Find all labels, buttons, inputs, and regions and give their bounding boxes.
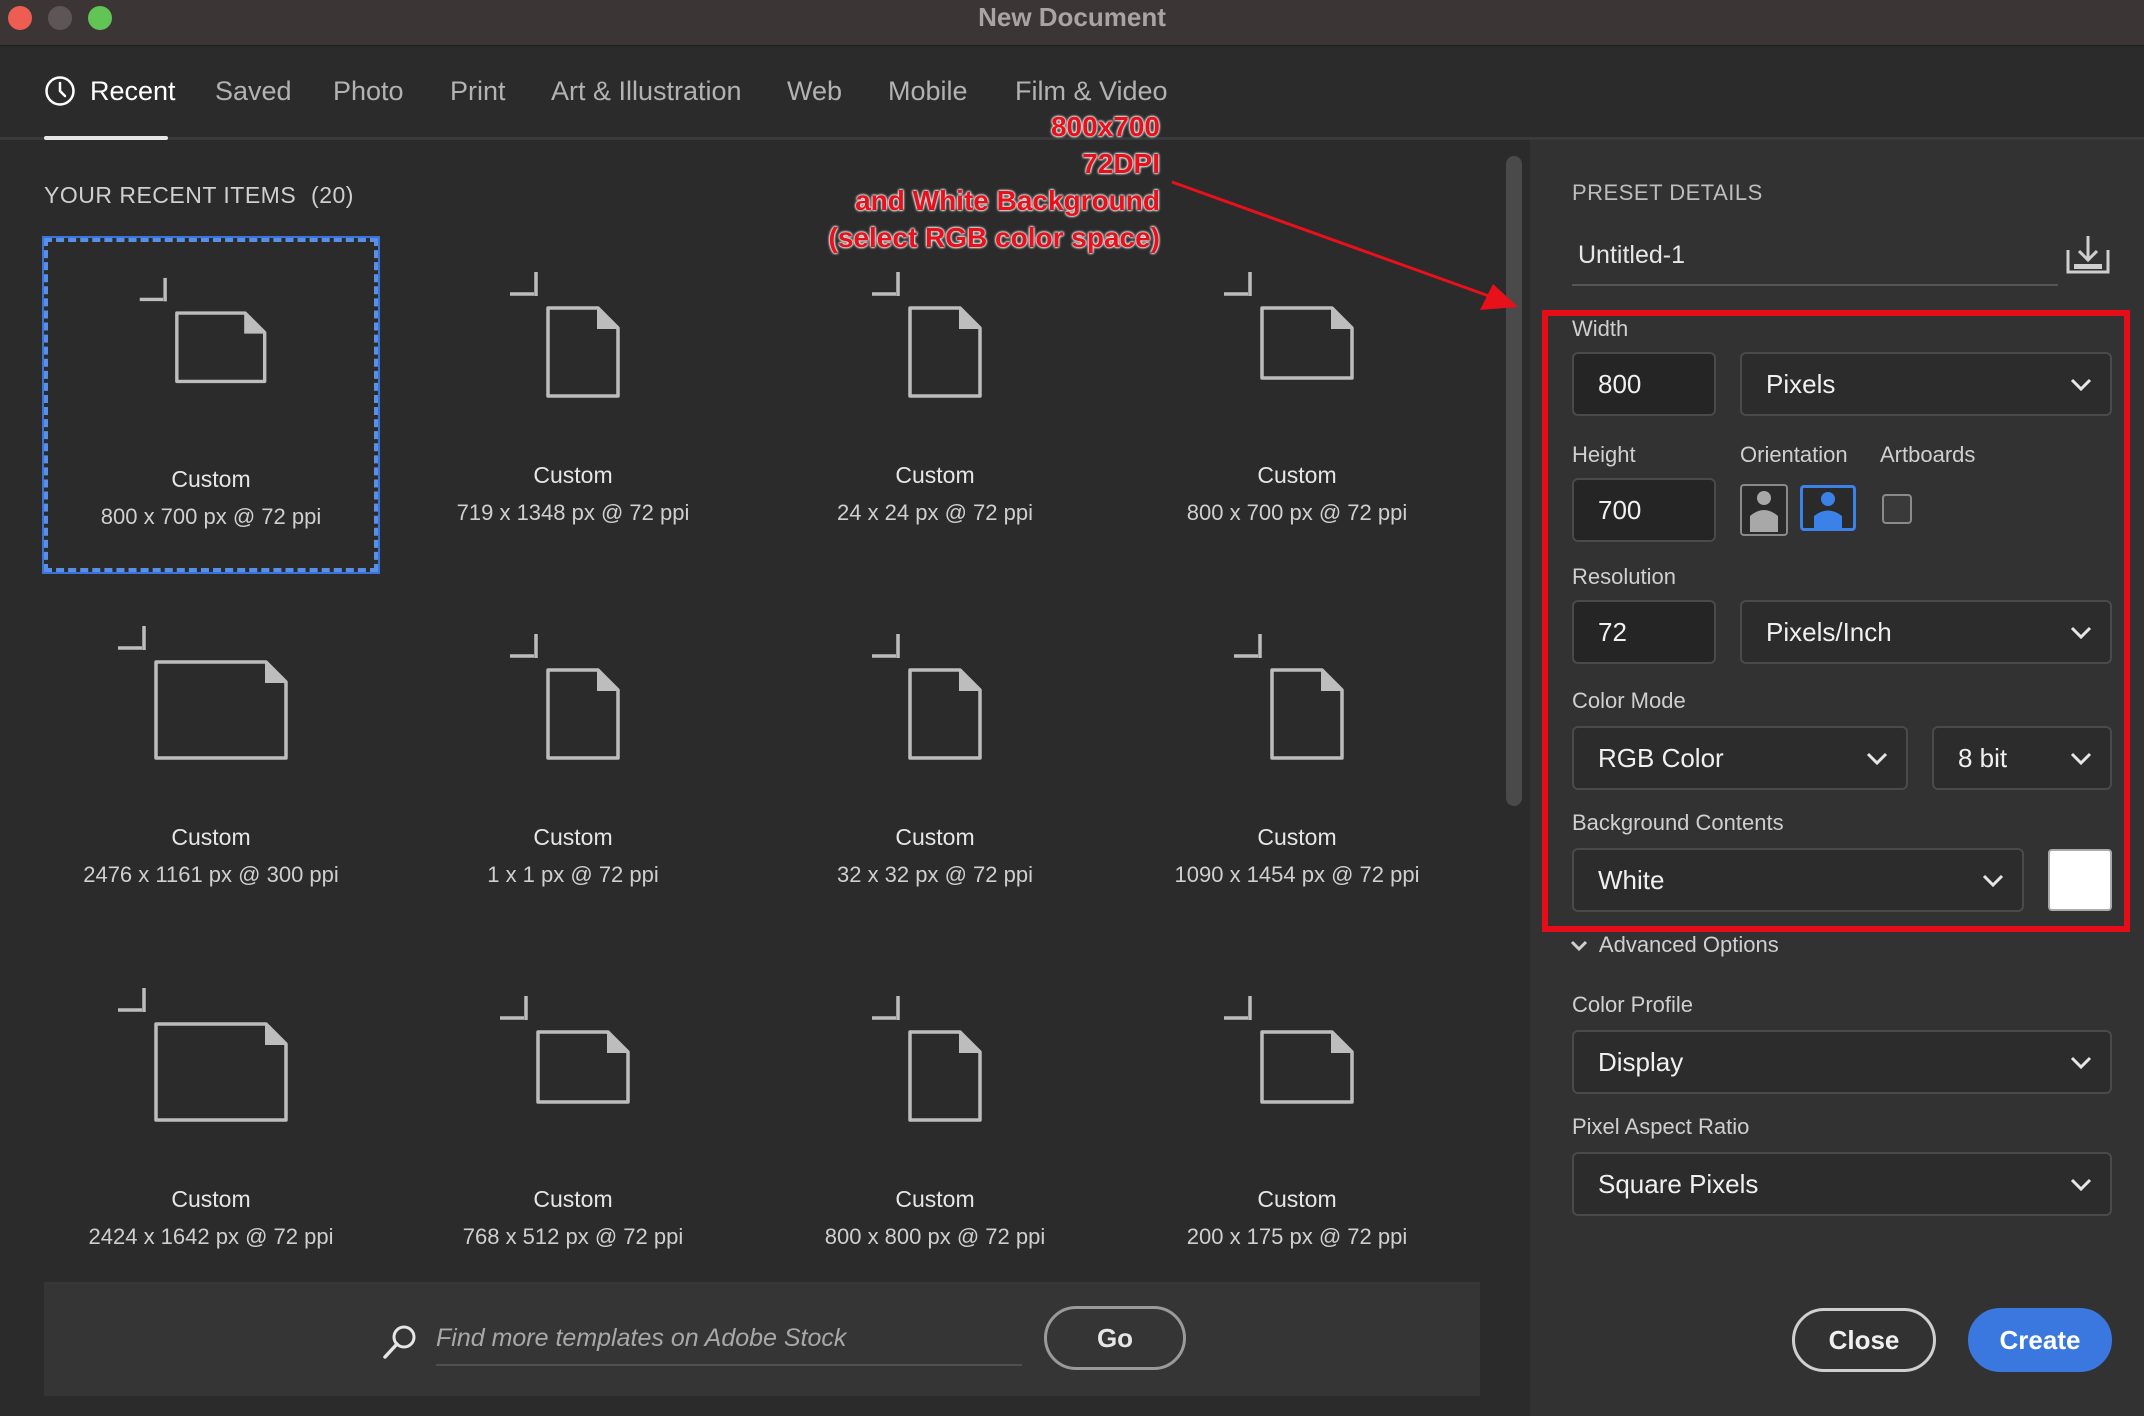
- document-icon: [118, 626, 288, 760]
- document-icon: [139, 277, 267, 384]
- color-profile-label: Color Profile: [1572, 992, 1694, 1017]
- recent-item[interactable]: Custom 800 x 700 px @ 72 ppi: [42, 236, 380, 574]
- chevron-down-icon: [2070, 1178, 2092, 1192]
- stock-search-bar: Go: [44, 1282, 1480, 1396]
- tab-saved[interactable]: Saved: [215, 76, 292, 107]
- search-icon: [383, 1325, 416, 1359]
- recent-item-name: Custom: [533, 462, 613, 488]
- document-icon: [1234, 634, 1344, 760]
- chevron-down-icon: [1570, 940, 1588, 952]
- recent-item-name: Custom: [1257, 1186, 1337, 1212]
- recent-item[interactable]: Custom 2424 x 1642 px @ 72 ppi: [44, 962, 378, 1296]
- title-bar: New Document: [0, 0, 2144, 46]
- recent-item-size: 32 x 32 px @ 72 ppi: [836, 862, 1033, 887]
- tab-film-video[interactable]: Film & Video: [1015, 76, 1168, 107]
- document-icon: [872, 634, 982, 760]
- color-profile-value: Display: [1598, 1047, 1684, 1077]
- pixel-aspect-ratio-value: Square Pixels: [1598, 1169, 1759, 1199]
- advanced-options-toggle[interactable]: Advanced Options: [1570, 932, 1779, 958]
- annotation-line: 800x700: [1050, 111, 1160, 142]
- recent-item[interactable]: Custom 800 x 800 px @ 72 ppi: [768, 962, 1102, 1296]
- recent-item[interactable]: Custom 768 x 512 px @ 72 ppi: [406, 962, 740, 1296]
- recent-item[interactable]: Custom 200 x 175 px @ 72 ppi: [1130, 962, 1464, 1296]
- recent-item-size: 24 x 24 px @ 72 ppi: [836, 500, 1033, 525]
- recent-item[interactable]: Custom 1090 x 1454 px @ 72 ppi: [1130, 600, 1464, 934]
- color-profile-select[interactable]: Display: [1572, 1030, 2112, 1094]
- recent-item-size: 719 x 1348 px @ 72 ppi: [456, 500, 690, 525]
- pixel-aspect-ratio-select[interactable]: Square Pixels: [1572, 1152, 2112, 1216]
- tab-recent[interactable]: Recent: [90, 76, 176, 107]
- tab-mobile[interactable]: Mobile: [888, 76, 968, 107]
- recent-item-name: Custom: [1257, 824, 1337, 850]
- recent-item-size: 768 x 512 px @ 72 ppi: [462, 1224, 684, 1249]
- save-preset-icon[interactable]: [2064, 232, 2112, 276]
- recent-item-size: 2476 x 1161 px @ 300 ppi: [83, 862, 339, 887]
- tab-print[interactable]: Print: [450, 76, 506, 107]
- recent-item-name: Custom: [895, 824, 975, 850]
- document-icon: [872, 996, 982, 1122]
- recent-item[interactable]: Custom 1 x 1 px @ 72 ppi: [406, 600, 740, 934]
- recent-item-size: 800 x 800 px @ 72 ppi: [824, 1224, 1046, 1249]
- recent-item-name: Custom: [171, 466, 251, 492]
- recent-item-size: 1090 x 1454 px @ 72 ppi: [1174, 862, 1420, 887]
- recent-item-name: Custom: [895, 462, 975, 488]
- recent-item-size: 2424 x 1642 px @ 72 ppi: [88, 1224, 334, 1249]
- document-name-input[interactable]: [1572, 226, 2058, 286]
- recent-item-size: 800 x 700 px @ 72 ppi: [100, 504, 322, 529]
- advanced-options-label: Advanced Options: [1598, 932, 1779, 957]
- annotation-line: 72DPI: [1082, 148, 1160, 179]
- recent-item-size: 800 x 700 px @ 72 ppi: [1186, 500, 1408, 525]
- tab-web[interactable]: Web: [787, 76, 842, 107]
- recent-items-count: (20): [311, 182, 354, 208]
- window-title: New Document: [978, 2, 1166, 32]
- pixel-aspect-ratio-label: Pixel Aspect Ratio: [1572, 1114, 1750, 1139]
- recent-item[interactable]: Custom 32 x 32 px @ 72 ppi: [768, 600, 1102, 934]
- create-button[interactable]: Create: [1968, 1308, 2112, 1372]
- recent-item-size: 200 x 175 px @ 72 ppi: [1186, 1224, 1408, 1249]
- tab-art-illustration[interactable]: Art & Illustration: [551, 76, 742, 107]
- annotation-text: 800x700 72DPI and White Background (sele…: [829, 108, 1160, 256]
- recent-item-name: Custom: [533, 824, 613, 850]
- close-button[interactable]: Close: [1792, 1308, 1936, 1372]
- annotation-line: (select RGB color space): [828, 222, 1160, 253]
- document-icon: [1224, 996, 1354, 1104]
- recent-items-panel: YOUR RECENT ITEMS (20) Custom 800 x 700 p…: [0, 140, 1530, 1416]
- recent-item[interactable]: Custom 719 x 1348 px @ 72 ppi: [406, 238, 740, 572]
- document-icon: [510, 272, 620, 398]
- stock-search-input[interactable]: [436, 1312, 1022, 1366]
- preset-details-heading: PRESET DETAILS: [1572, 180, 1763, 205]
- recent-item-name: Custom: [171, 824, 251, 850]
- chevron-down-icon: [2070, 1056, 2092, 1070]
- document-icon: [872, 272, 982, 398]
- recent-items-heading: YOUR RECENT ITEMS (20): [44, 182, 354, 209]
- document-icon: [510, 634, 620, 760]
- recent-item[interactable]: Custom 2476 x 1161 px @ 300 ppi: [44, 600, 378, 934]
- recent-item[interactable]: Custom 24 x 24 px @ 72 ppi: [768, 238, 1102, 572]
- annotation-line: and White Background: [855, 185, 1160, 216]
- recent-items-title: YOUR RECENT ITEMS: [44, 182, 297, 208]
- annotation-arrow: [1171, 180, 1518, 310]
- recent-item-size: 1 x 1 px @ 72 ppi: [487, 862, 659, 887]
- recent-item-name: Custom: [1257, 462, 1337, 488]
- document-icon: [500, 996, 630, 1104]
- annotation-highlight-box: [1542, 310, 2130, 932]
- document-icon: [118, 988, 288, 1122]
- recent-item-name: Custom: [171, 1186, 251, 1212]
- recent-item-name: Custom: [895, 1186, 975, 1212]
- recent-item-name: Custom: [533, 1186, 613, 1212]
- tab-photo[interactable]: Photo: [333, 76, 404, 107]
- clock-icon: [45, 76, 75, 106]
- go-button[interactable]: Go: [1044, 1306, 1186, 1370]
